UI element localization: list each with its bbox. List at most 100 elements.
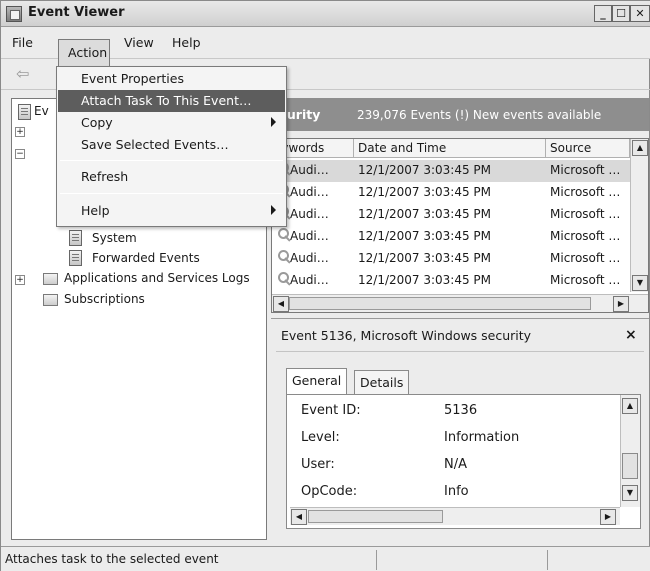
- detail-title: Event 5136, Microsoft Windows security: [281, 328, 532, 343]
- event-viewer-app-icon: [6, 6, 22, 22]
- cell-source: Microsoft …: [550, 185, 621, 199]
- close-window-button[interactable]: ✕: [630, 5, 650, 22]
- subscriptions-icon: [43, 294, 58, 306]
- cell-source: Microsoft …: [550, 207, 621, 221]
- cell-datetime: 12/1/2007 3:03:45 PM: [358, 251, 492, 265]
- window-title: Event Viewer: [28, 5, 125, 20]
- scroll-up-icon[interactable]: ▲: [632, 140, 648, 156]
- status-divider: [547, 550, 548, 570]
- table-row[interactable]: Audi… 12/1/2007 3:03:45 PM Microsoft …: [272, 160, 632, 182]
- menu-item-label: Help: [81, 203, 110, 218]
- table-row[interactable]: Audi… 12/1/2007 3:03:45 PM Microsoft …: [272, 226, 632, 248]
- prop-label-opcode: OpCode:: [301, 484, 358, 499]
- scroll-right-icon[interactable]: ▶: [613, 296, 629, 312]
- cell-keywords: Audi…: [290, 229, 329, 243]
- column-date-time[interactable]: Date and Time: [354, 139, 546, 158]
- log-icon: [69, 250, 82, 266]
- title-bar[interactable]: Event Viewer _ ☐ ✕: [1, 1, 650, 27]
- menu-action-label: Action: [68, 45, 108, 60]
- maximize-button[interactable]: ☐: [612, 5, 630, 22]
- cell-source: Microsoft …: [550, 229, 621, 243]
- prop-label-user: User:: [301, 457, 335, 472]
- tab-general[interactable]: General: [286, 368, 348, 394]
- cell-datetime: 12/1/2007 3:03:45 PM: [358, 229, 492, 243]
- expand-icon[interactable]: +: [15, 127, 25, 137]
- prop-value-user: N/A: [444, 457, 467, 472]
- event-count-info: 239,076 Events (!) New events available: [357, 108, 602, 122]
- menu-separator: [60, 193, 283, 194]
- table-row[interactable]: Audi… 12/1/2007 3:03:45 PM Microsoft …: [272, 182, 632, 204]
- cell-source: Microsoft …: [550, 163, 621, 177]
- cell-datetime: 12/1/2007 3:03:45 PM: [358, 273, 492, 287]
- menu-item-label: Refresh: [81, 169, 129, 184]
- menu-view[interactable]: View: [122, 35, 156, 50]
- scroll-up-icon[interactable]: ▲: [622, 398, 638, 414]
- cell-keywords: Audi…: [290, 273, 329, 287]
- prop-value-opcode: Info: [444, 484, 469, 499]
- status-bar: Attaches task to the selected event: [1, 546, 650, 571]
- back-arrow-icon[interactable]: ⇦: [16, 66, 38, 82]
- cell-keywords: Audi…: [290, 207, 329, 221]
- collapse-icon[interactable]: −: [15, 149, 25, 159]
- tree-root-label[interactable]: Ev: [34, 104, 49, 122]
- prop-value-level: Information: [444, 430, 520, 445]
- menu-item-event-properties[interactable]: Event Properties: [58, 68, 285, 90]
- menu-item-copy[interactable]: Copy: [58, 112, 285, 134]
- tab-details[interactable]: Details: [354, 370, 410, 394]
- menu-item-refresh[interactable]: Refresh: [58, 166, 285, 188]
- menu-item-help[interactable]: Help: [58, 200, 285, 222]
- cell-keywords: Audi…: [290, 251, 329, 265]
- divider: [276, 351, 644, 352]
- cell-source: Microsoft …: [550, 273, 621, 287]
- minimize-button[interactable]: _: [594, 5, 612, 22]
- folder-icon: [43, 273, 58, 285]
- scroll-right-icon[interactable]: ▶: [600, 509, 616, 525]
- submenu-arrow-icon: [271, 117, 276, 127]
- detail-vertical-scrollbar[interactable]: ▲ ▼: [620, 395, 640, 507]
- tree-item-subscriptions[interactable]: Subscriptions: [64, 292, 145, 310]
- detail-horizontal-scrollbar[interactable]: ◀ ▶: [290, 507, 620, 525]
- scroll-down-icon[interactable]: ▼: [622, 485, 638, 501]
- table-row[interactable]: Audi… 12/1/2007 3:03:45 PM Microsoft …: [272, 248, 632, 270]
- menu-item-label: Save Selected Events…: [81, 137, 229, 152]
- log-header-bar: ecurity 239,076 Events (!) New events av…: [271, 98, 649, 131]
- menu-separator: [60, 160, 283, 161]
- menu-item-label: Copy: [81, 115, 113, 130]
- cell-datetime: 12/1/2007 3:03:45 PM: [358, 163, 492, 177]
- expand-icon[interactable]: +: [15, 275, 25, 285]
- scroll-thumb[interactable]: [308, 510, 443, 523]
- submenu-arrow-icon: [271, 205, 276, 215]
- tree-item-forwarded-events[interactable]: Forwarded Events: [92, 251, 200, 269]
- cell-keywords: Audi…: [290, 185, 329, 199]
- tree-item-applications-services-logs[interactable]: Applications and Services Logs: [64, 271, 250, 289]
- general-tab-content: Event ID: 5136 Level: Information User: …: [286, 394, 641, 529]
- menu-item-label: Event Properties: [81, 71, 184, 86]
- scroll-down-icon[interactable]: ▼: [632, 275, 648, 291]
- action-dropdown-menu: Event Properties Attach Task To This Eve…: [56, 66, 287, 227]
- status-text: Attaches task to the selected event: [5, 552, 219, 566]
- scroll-thumb[interactable]: [289, 297, 591, 310]
- cell-keywords: Audi…: [290, 163, 329, 177]
- event-viewer-node-icon: [18, 104, 31, 120]
- event-detail-pane: Event 5136, Microsoft Windows security ×…: [271, 318, 649, 540]
- tree-item-system[interactable]: System: [92, 231, 137, 249]
- menu-item-save-selected-events[interactable]: Save Selected Events…: [58, 134, 285, 156]
- grid-horizontal-scrollbar[interactable]: ◀ ▶: [272, 294, 648, 312]
- menu-file[interactable]: File: [10, 35, 35, 50]
- prop-value-event-id: 5136: [444, 403, 478, 418]
- scroll-thumb[interactable]: [622, 453, 638, 479]
- table-row[interactable]: Audi… 12/1/2007 3:03:45 PM Microsoft …: [272, 270, 632, 292]
- column-source[interactable]: Source: [546, 139, 630, 158]
- scroll-left-icon[interactable]: ◀: [291, 509, 307, 525]
- menu-help[interactable]: Help: [170, 35, 203, 50]
- scroll-left-icon[interactable]: ◀: [273, 296, 289, 312]
- cell-datetime: 12/1/2007 3:03:45 PM: [358, 185, 492, 199]
- table-row[interactable]: Audi… 12/1/2007 3:03:45 PM Microsoft …: [272, 204, 632, 226]
- events-grid: eywords Date and Time Source Audi… 12/1/…: [271, 138, 649, 313]
- status-divider: [376, 550, 377, 570]
- close-icon[interactable]: ×: [625, 327, 637, 343]
- grid-vertical-scrollbar[interactable]: ▲ ▼: [630, 139, 648, 292]
- menu-item-label: Attach Task To This Event…: [81, 93, 252, 108]
- menu-item-attach-task[interactable]: Attach Task To This Event…: [58, 90, 285, 112]
- log-icon: [69, 230, 82, 246]
